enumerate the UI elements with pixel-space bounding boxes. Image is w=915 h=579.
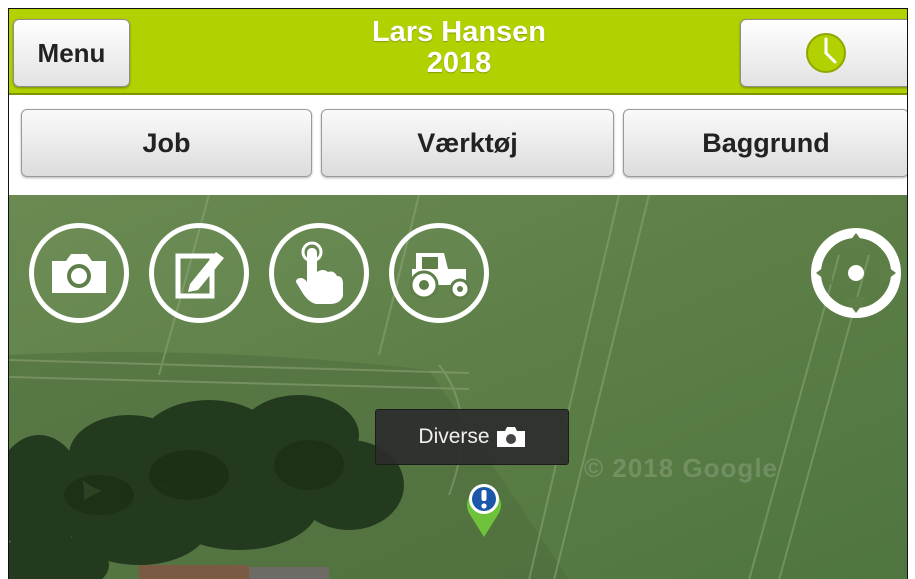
tractor-tool-button[interactable] <box>389 223 489 323</box>
map-watermark: © 2018 Google <box>584 453 778 483</box>
exclamation-pin-icon <box>467 484 501 537</box>
note-tool-button[interactable] <box>149 223 249 323</box>
user-name: Lars Hansen <box>371 16 547 48</box>
tab-job[interactable]: Job <box>21 109 312 177</box>
locate-button[interactable] <box>806 223 906 323</box>
tab-baggrund[interactable]: Baggrund <box>623 109 907 177</box>
map-view[interactable]: © 2018 Google Diverse <box>9 195 907 579</box>
clock-button[interactable] <box>740 19 907 87</box>
page-title: Lars Hansen 2018 <box>309 17 609 79</box>
marker-label[interactable]: Diverse <box>375 409 569 465</box>
clock-icon <box>806 33 846 73</box>
camera-icon <box>496 427 525 447</box>
touch-tool-button[interactable] <box>269 223 369 323</box>
tab-vaerktoej[interactable]: Værktøj <box>321 109 614 177</box>
tractor-icon <box>409 253 471 300</box>
touch-hand-icon <box>296 241 343 304</box>
map-marker[interactable] <box>461 479 507 544</box>
camera-tool-button[interactable] <box>29 223 129 323</box>
app-frame: Menu Lars Hansen 2018 Job Værktøj Baggru… <box>8 8 908 579</box>
tab-bar: Job Værktøj Baggrund <box>9 95 907 195</box>
menu-button[interactable]: Menu <box>13 19 130 87</box>
camera-icon <box>52 254 106 293</box>
note-edit-icon <box>175 252 224 299</box>
crosshair-locate-icon <box>811 228 901 318</box>
marker-label-text: Diverse <box>418 425 490 448</box>
header-bar: Menu Lars Hansen 2018 <box>9 9 907 95</box>
year-label: 2018 <box>426 47 492 79</box>
